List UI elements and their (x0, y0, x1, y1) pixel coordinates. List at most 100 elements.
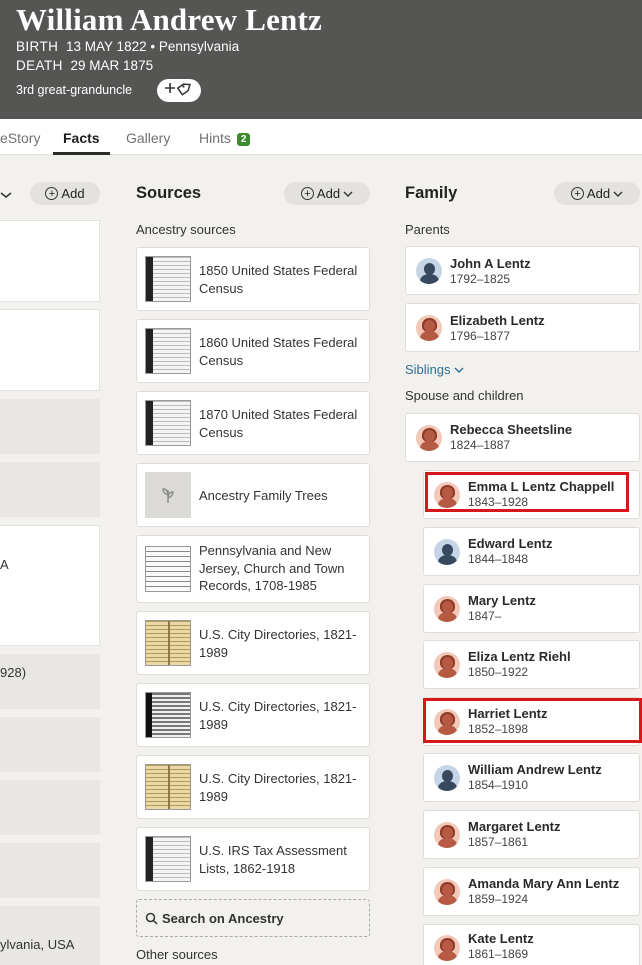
person-card-child[interactable]: Margaret Lentz 1857–1861 (423, 810, 640, 859)
person-card-mother[interactable]: Elizabeth Lentz 1796–1877 (405, 303, 640, 352)
fact-card[interactable] (0, 717, 100, 772)
search-icon (145, 912, 158, 925)
person-name: Margaret Lentz (468, 819, 561, 834)
fact-card[interactable]: A (0, 525, 100, 646)
source-card[interactable]: Pennsylvania and New Jersey, Church and … (136, 535, 370, 603)
chevron-down-icon (613, 191, 623, 197)
female-avatar-icon (434, 879, 460, 905)
person-card-father[interactable]: John A Lentz 1792–1825 (405, 246, 640, 295)
fact-card[interactable] (0, 309, 100, 391)
facts-dropdown-chevron-icon[interactable] (0, 188, 12, 206)
source-card[interactable]: U.S. City Directories, 1821-1989 (136, 611, 370, 675)
facts-add-label: Add (61, 186, 85, 201)
source-label: Pennsylvania and New Jersey, Church and … (199, 543, 345, 593)
search-on-ancestry-label: Search on Ancestry (162, 910, 284, 926)
highlight-box (425, 472, 629, 512)
fact-text: ylvania, USA (0, 937, 75, 952)
person-card-spouse[interactable]: Rebecca Sheetsline 1824–1887 (405, 413, 640, 462)
source-label: U.S. IRS Tax Assessment Lists, 1862-1918 (199, 843, 347, 876)
tab-facts[interactable]: Facts (63, 130, 100, 146)
sources-add-button[interactable]: + Add (284, 182, 370, 205)
census-document-thumbnail (145, 256, 191, 302)
fact-card[interactable] (0, 399, 100, 454)
person-years: 1824–1887 (450, 438, 511, 452)
female-avatar-icon (416, 425, 442, 451)
person-card-child[interactable]: Edward Lentz 1844–1848 (423, 527, 640, 576)
person-name: Amanda Mary Ann Lentz (468, 876, 620, 891)
person-name: William Andrew Lentz (468, 762, 602, 777)
person-card-child[interactable]: Amanda Mary Ann Lentz 1859–1924 (423, 867, 640, 916)
person-years: 1796–1877 (450, 329, 511, 343)
person-years: 1847– (468, 609, 502, 623)
person-name: Edward Lentz (468, 536, 553, 551)
female-avatar-icon (434, 935, 460, 961)
directory-page-thumbnail (145, 620, 191, 666)
fact-card[interactable] (0, 843, 100, 898)
source-card[interactable]: U.S. City Directories, 1821-1989 (136, 683, 370, 747)
search-on-ancestry-button[interactable]: Search on Ancestry (136, 899, 370, 937)
siblings-toggle[interactable]: Siblings (405, 362, 464, 377)
plus-circle-icon: + (300, 187, 314, 200)
source-card[interactable]: U.S. IRS Tax Assessment Lists, 1862-1918 (136, 827, 370, 891)
census-document-thumbnail (145, 400, 191, 446)
person-card-child[interactable]: Mary Lentz 1847– (423, 584, 640, 633)
source-label: U.S. City Directories, 1821-1989 (199, 627, 357, 660)
person-years: 1859–1924 (468, 892, 529, 906)
fact-card[interactable] (0, 462, 100, 517)
directory-page-thumbnail (145, 764, 191, 810)
source-card[interactable]: 1860 United States Federal Census (136, 319, 370, 383)
person-name: Rebecca Sheetsline (450, 422, 573, 437)
person-card-child[interactable]: Eliza Lentz Riehl 1850–1922 (423, 640, 640, 689)
source-card[interactable]: 1850 United States Federal Census (136, 247, 370, 311)
tab-hints[interactable]: Hints 2 (199, 130, 251, 146)
fact-card[interactable]: ylvania, USA (0, 906, 100, 965)
male-avatar-icon (416, 258, 442, 284)
family-add-label: Add (586, 186, 611, 201)
siblings-label: Siblings (405, 362, 451, 377)
fact-text: 928) (0, 665, 27, 680)
hints-count-badge: 2 (236, 133, 251, 146)
census-document-thumbnail (145, 328, 191, 374)
person-years: 1854–1910 (468, 778, 529, 792)
facts-add-button[interactable]: + Add (30, 182, 100, 205)
person-name: Eliza Lentz Riehl (468, 649, 571, 664)
source-card[interactable]: 1870 United States Federal Census (136, 391, 370, 455)
person-name: William Andrew Lentz (16, 2, 322, 37)
profile-header: William Andrew Lentz BIRTH 13 MAY 1822 •… (0, 0, 642, 119)
death-label: DEATH (16, 58, 63, 73)
female-avatar-icon (416, 315, 442, 341)
female-avatar-icon (434, 652, 460, 678)
tab-lifestory[interactable]: eStory (0, 130, 40, 146)
fact-card[interactable] (0, 780, 100, 835)
family-add-button[interactable]: + Add (554, 182, 640, 205)
female-avatar-icon (434, 596, 460, 622)
male-avatar-icon (434, 539, 460, 565)
person-card-child[interactable]: Kate Lentz 1861–1869 (423, 924, 640, 965)
female-avatar-icon (434, 822, 460, 848)
chevron-down-icon (343, 191, 353, 197)
ancestry-sources-heading: Ancestry sources (136, 222, 236, 237)
fact-card[interactable] (0, 220, 100, 302)
source-label: 1870 United States Federal Census (199, 407, 358, 440)
sources-title: Sources (136, 184, 202, 202)
tab-hints-label: Hints (199, 130, 231, 146)
profile-tabs: eStory Facts Gallery Hints 2 (0, 119, 642, 155)
family-title: Family (405, 184, 458, 202)
death-fact: DEATH 29 MAR 1875 (16, 58, 153, 73)
birth-fact: BIRTH 13 MAY 1822 • Pennsylvania (16, 39, 239, 54)
chevron-down-icon (454, 367, 464, 373)
male-avatar-icon (434, 765, 460, 791)
directory-page-thumbnail (145, 692, 191, 738)
source-label: U.S. City Directories, 1821-1989 (199, 771, 357, 804)
plus-circle-icon: + (45, 187, 59, 200)
person-name: Mary Lentz (468, 593, 536, 608)
source-card[interactable]: Ancestry Family Trees (136, 463, 370, 527)
plus-tag-icon (163, 80, 195, 101)
person-card-child[interactable]: William Andrew Lentz 1854–1910 (423, 753, 640, 802)
tab-gallery[interactable]: Gallery (126, 130, 170, 146)
source-card[interactable]: U.S. City Directories, 1821-1989 (136, 755, 370, 819)
fact-card[interactable]: 928) (0, 654, 100, 709)
add-tag-button[interactable] (157, 79, 201, 102)
source-label: 1850 United States Federal Census (199, 263, 358, 296)
person-years: 1792–1825 (450, 272, 511, 286)
